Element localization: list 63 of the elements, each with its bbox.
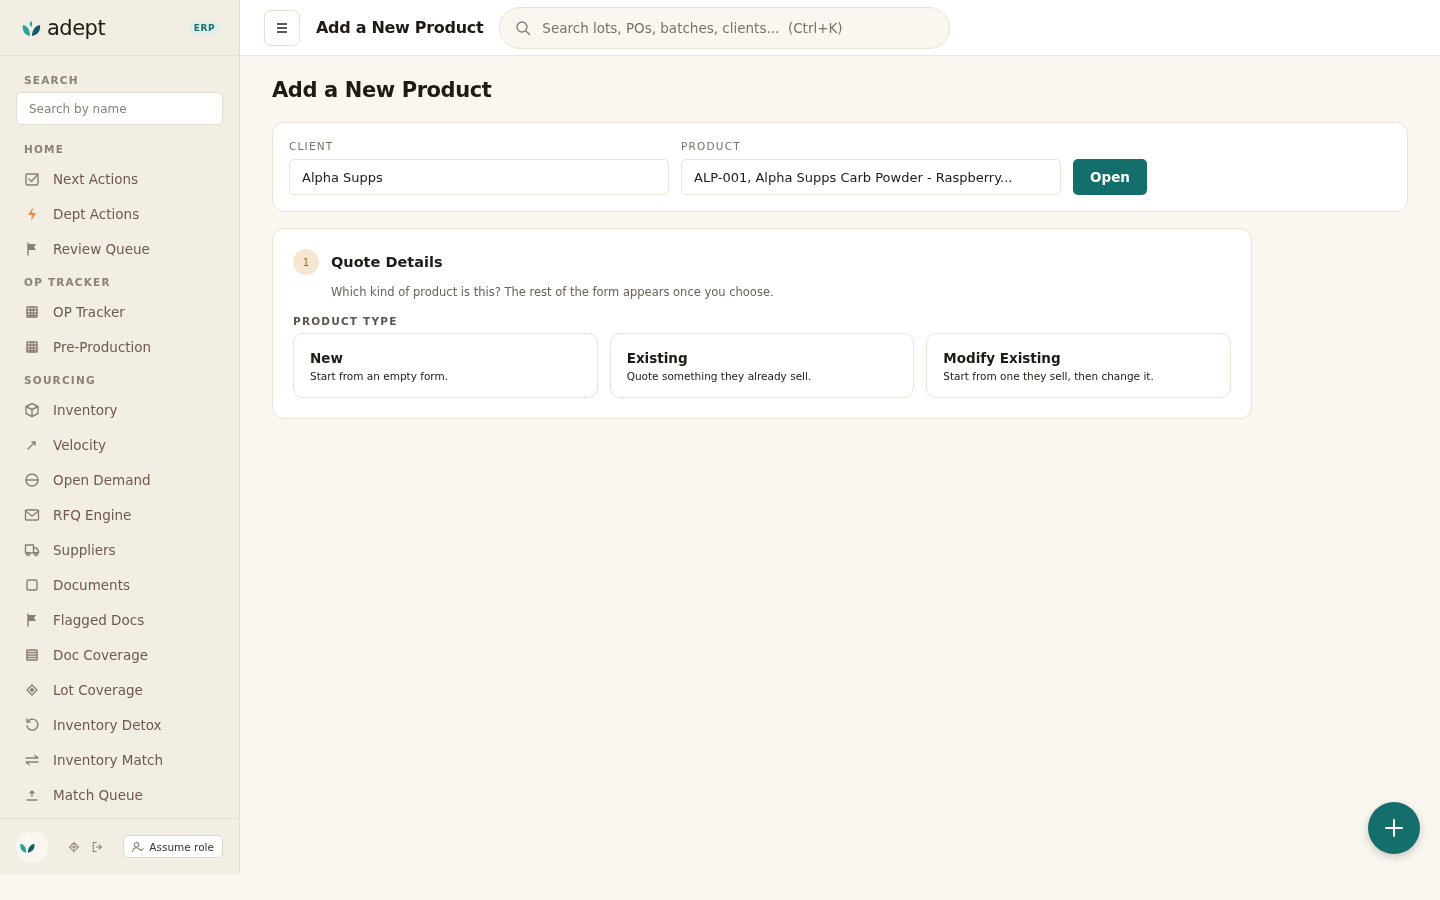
option-title: Modify Existing: [943, 349, 1062, 366]
sidebar-item[interactable]: Open Demand: [16, 462, 223, 497]
option-title: Existing: [626, 349, 689, 366]
sidebar-item[interactable]: Next Actions: [16, 161, 223, 196]
sidebar-item[interactable]: Inventory Match: [16, 742, 223, 777]
sidebar-item[interactable]: Documents: [16, 567, 223, 602]
option-description: Start from an empty form.: [310, 369, 450, 382]
sidebar-item[interactable]: Flagged Docs: [16, 602, 223, 637]
input-field[interactable]: Alpha Supps: [289, 159, 669, 195]
sidebar-item[interactable]: RFQ Engine: [16, 497, 223, 532]
option-title: New: [310, 349, 344, 366]
section-title: SOURCING: [23, 374, 97, 386]
page-title: Add a New Product: [316, 18, 484, 37]
search-field[interactable]: Search by name: [16, 92, 223, 125]
sidebar-item[interactable]: Suppliers: [16, 532, 223, 567]
logo-text: adept: [47, 15, 106, 40]
step-title: Quote Details: [331, 254, 443, 270]
field-label: PRODUCT: [681, 140, 742, 152]
cube-icon: [24, 401, 40, 418]
search-icon: [515, 19, 532, 36]
section-title: OP TRACKER: [23, 276, 112, 288]
square-icon: [24, 576, 40, 593]
input-field[interactable]: ALP-001, Alpha Supps Carb Powder - Raspberry...: [681, 159, 1061, 195]
sidebar-item[interactable]: Doc Coverage: [16, 637, 223, 672]
undo-icon: [24, 716, 40, 733]
option-card[interactable]: Existing Quote something they already sell.: [609, 333, 915, 398]
sidebar-item[interactable]: Inventory: [16, 392, 223, 427]
menu-button[interactable]: [264, 9, 300, 46]
assume-role-button[interactable]: Assume role: [123, 835, 223, 858]
field-label: PRODUCT TYPE: [293, 315, 399, 327]
grid-icon: [24, 303, 40, 320]
sidebar-item[interactable]: Velocity: [16, 427, 223, 462]
page-heading: Add a New Product: [272, 78, 493, 102]
step-number: 1: [293, 249, 319, 275]
envelope-icon: [24, 506, 40, 523]
option-card[interactable]: New Start from an empty form.: [293, 333, 598, 398]
field-label: CLIENT: [289, 140, 335, 152]
user-icon: [132, 840, 145, 853]
sidebar-item[interactable]: Review Queue: [16, 231, 223, 266]
erp-badge: ERP: [187, 20, 221, 35]
avatar[interactable]: [16, 830, 48, 863]
truck-icon: [24, 541, 40, 558]
option-description: Quote something they already sell.: [626, 369, 813, 382]
logout-icon: [91, 840, 103, 853]
open-button[interactable]: Open: [1073, 159, 1147, 195]
circle-icon: [24, 471, 40, 488]
sidebar-item[interactable]: Dept Actions: [16, 196, 223, 231]
list-icon: [24, 646, 40, 663]
sidebar-item[interactable]: OP Tracker: [16, 294, 223, 329]
sidebar-item[interactable]: Lot Coverage: [16, 672, 223, 707]
grid-icon: [24, 338, 40, 355]
option-card[interactable]: Modify Existing Start from one they sell, then change it.: [926, 333, 1231, 398]
sidebar-item[interactable]: Match Queue: [16, 777, 223, 812]
step-hint: Which kind of product is this? The rest of the form appears once you choose.: [331, 285, 775, 299]
section-title: HOME: [23, 143, 66, 155]
sidebar-item[interactable]: Inventory Detox: [16, 707, 223, 742]
option-description: Start from one they sell, then change it.: [943, 369, 1155, 382]
global-search-field[interactable]: Search lots, POs, batches, clients... (Ctrl+K): [499, 6, 951, 49]
add-button[interactable]: [1368, 802, 1420, 854]
plus-icon: [1384, 818, 1404, 838]
sidebar-item[interactable]: Pre-Production: [16, 329, 223, 364]
checkbox-icon: [24, 170, 40, 187]
section-title: SEARCH: [23, 74, 80, 86]
